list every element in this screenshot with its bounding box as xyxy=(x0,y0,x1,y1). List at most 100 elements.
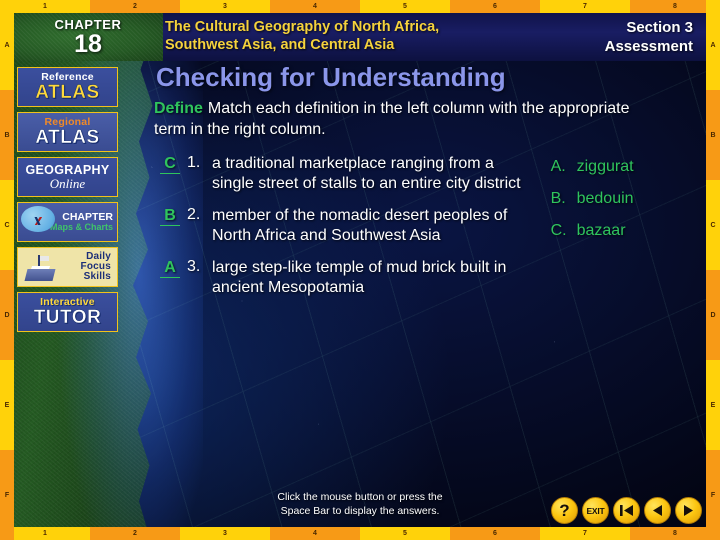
sidebar-item-reference-atlas[interactable]: Reference ATLAS xyxy=(17,67,118,107)
slide-header: CHAPTER 18 The Cultural Geography of Nor… xyxy=(13,13,707,61)
regional-atlas-big-label: ATLAS xyxy=(35,126,100,148)
term-word-b: bedouin xyxy=(576,190,634,207)
desk-flag-icon xyxy=(24,255,56,281)
ruler-tick-4: 4 xyxy=(270,527,360,540)
maps-charts-big-label: Maps & Charts xyxy=(49,221,113,232)
regional-atlas-face: Regional ATLAS xyxy=(18,113,117,151)
define-instruction-text: Match each definition in the left column… xyxy=(154,100,630,138)
skip-to-start-icon xyxy=(619,504,634,517)
ruler-tick-5: 5 xyxy=(403,530,407,537)
ruler-tick-A: A xyxy=(4,41,10,49)
chapter-word-label: CHAPTER xyxy=(54,16,122,32)
define-instruction-block: Define Match each definition in the left … xyxy=(154,98,664,140)
sidebar-item-regional-atlas[interactable]: Regional ATLAS xyxy=(17,112,118,152)
next-arrow-icon xyxy=(682,504,695,517)
question-number-3: 3. xyxy=(187,258,201,275)
book-title: The Cultural Geography of North Africa, … xyxy=(165,19,440,53)
ruler-tick-D: D xyxy=(706,270,720,360)
hint-line-2: Space Bar to display the answers. xyxy=(280,505,440,517)
advance-hint: Click the mouse button or press the Spac… xyxy=(190,490,530,518)
term-word-a: ziggurat xyxy=(576,158,634,175)
ruler-tick-D: D xyxy=(0,270,14,360)
term-item-a: A. ziggurat xyxy=(551,158,710,176)
ruler-tick-7: 7 xyxy=(583,530,587,537)
reference-atlas-big-label: ATLAS xyxy=(35,81,100,103)
ruler-tick-F: F xyxy=(706,450,720,540)
term-item-c: C. bazaar xyxy=(551,222,710,240)
ruler-tick-C: C xyxy=(4,221,10,229)
question-row: A 3. large step-like temple of mud brick… xyxy=(160,258,529,298)
question-number-2: 2. xyxy=(187,206,201,223)
section-line-1: Section 3 xyxy=(626,19,693,36)
ruler-tick-B: B xyxy=(0,90,14,180)
question-text-3: large step-like temple of mud brick buil… xyxy=(212,259,507,296)
globe-chart-icon xyxy=(21,206,55,232)
ruler-top: 12345678 xyxy=(0,0,720,13)
slide-root: CHAPTER 18 The Cultural Geography of Nor… xyxy=(0,0,720,540)
section-assessment-label: Section 3 Assessment xyxy=(605,18,693,56)
ruler-tick-7: 7 xyxy=(583,3,587,10)
hint-line-1: Click the mouse button or press the xyxy=(277,491,443,503)
ruler-tick-A: A xyxy=(710,41,716,49)
ruler-tick-5: 5 xyxy=(403,3,407,10)
term-letter-b: B. xyxy=(550,190,566,207)
navigation-bar: ? EXIT xyxy=(551,497,702,524)
ruler-tick-6: 6 xyxy=(450,527,540,540)
first-slide-button[interactable] xyxy=(613,497,640,524)
ruler-tick-6: 6 xyxy=(450,0,540,13)
sidebar-nav: Reference ATLAS Regional ATLAS GEOGRAPHY… xyxy=(17,67,118,332)
sidebar-item-chapter-maps-charts[interactable]: CHAPTER Maps & Charts xyxy=(17,202,118,242)
geography-online-top-label: GEOGRAPHY xyxy=(25,162,110,177)
daily-line-3: Skills xyxy=(83,271,111,282)
question-number-1: 1. xyxy=(187,154,201,171)
previous-arrow-icon xyxy=(651,504,664,517)
geography-online-big-label: Online xyxy=(49,176,86,192)
ruler-tick-E: E xyxy=(4,401,10,409)
ruler-tick-3: 3 xyxy=(223,3,227,10)
maps-charts-face: CHAPTER Maps & Charts xyxy=(18,203,117,241)
term-letter-a: A. xyxy=(550,158,566,175)
ruler-right: A B C D E F xyxy=(706,0,720,540)
question-row: B 2. member of the nomadic desert people… xyxy=(160,206,529,246)
term-word-c: bazaar xyxy=(576,222,626,239)
geography-online-face: GEOGRAPHY Online xyxy=(18,158,117,196)
chapter-badge: CHAPTER 18 xyxy=(13,13,163,61)
ruler-tick-4: 4 xyxy=(270,0,360,13)
previous-slide-button[interactable] xyxy=(644,497,671,524)
sidebar-item-daily-focus-skills[interactable]: Daily Focus Skills xyxy=(17,247,118,287)
ruler-tick-3: 3 xyxy=(223,530,227,537)
exit-button[interactable]: EXIT xyxy=(582,497,609,524)
answer-blank-3[interactable]: A xyxy=(160,259,180,278)
question-row: C 1. a traditional marketplace ranging f… xyxy=(160,154,529,194)
ruler-tick-2: 2 xyxy=(90,527,180,540)
exit-icon: EXIT xyxy=(586,505,605,516)
term-item-b: B. bedouin xyxy=(551,190,710,208)
daily-focus-face: Daily Focus Skills xyxy=(18,248,117,286)
section-line-2: Assessment xyxy=(604,38,693,55)
next-slide-button[interactable] xyxy=(675,497,702,524)
ruler-tick-F: F xyxy=(0,450,14,540)
sidebar-item-interactive-tutor[interactable]: Interactive TUTOR xyxy=(17,292,118,332)
question-text-2: member of the nomadic desert peoples of … xyxy=(212,207,508,244)
term-letter-c: C. xyxy=(550,222,567,239)
page-title: Checking for Understanding xyxy=(156,62,506,92)
terms-column: A. ziggurat B. bedouin C. bazaar xyxy=(551,154,710,310)
interactive-tutor-big-label: TUTOR xyxy=(33,306,102,328)
ruler-left: A B C D E F xyxy=(0,0,14,540)
ruler-tick-E: E xyxy=(710,401,716,409)
definitions-column: C 1. a traditional marketplace ranging f… xyxy=(160,154,529,310)
define-label: Define xyxy=(154,100,203,117)
ruler-tick-C: C xyxy=(710,221,716,229)
question-mark-icon: ? xyxy=(559,500,570,520)
question-text-1: a traditional marketplace ranging from a… xyxy=(212,155,521,192)
help-button[interactable]: ? xyxy=(551,497,578,524)
main-content: Checking for Understanding Define Match e… xyxy=(150,62,710,310)
sidebar-item-geography-online[interactable]: GEOGRAPHY Online xyxy=(17,157,118,197)
ruler-tick-2: 2 xyxy=(90,0,180,13)
ruler-bottom: 12345678 xyxy=(0,527,720,540)
interactive-tutor-face: Interactive TUTOR xyxy=(18,293,117,331)
answer-blank-2[interactable]: B xyxy=(160,207,180,226)
answer-blank-1[interactable]: C xyxy=(160,155,180,174)
reference-atlas-face: Reference ATLAS xyxy=(18,68,117,106)
ruler-tick-B: B xyxy=(706,90,720,180)
